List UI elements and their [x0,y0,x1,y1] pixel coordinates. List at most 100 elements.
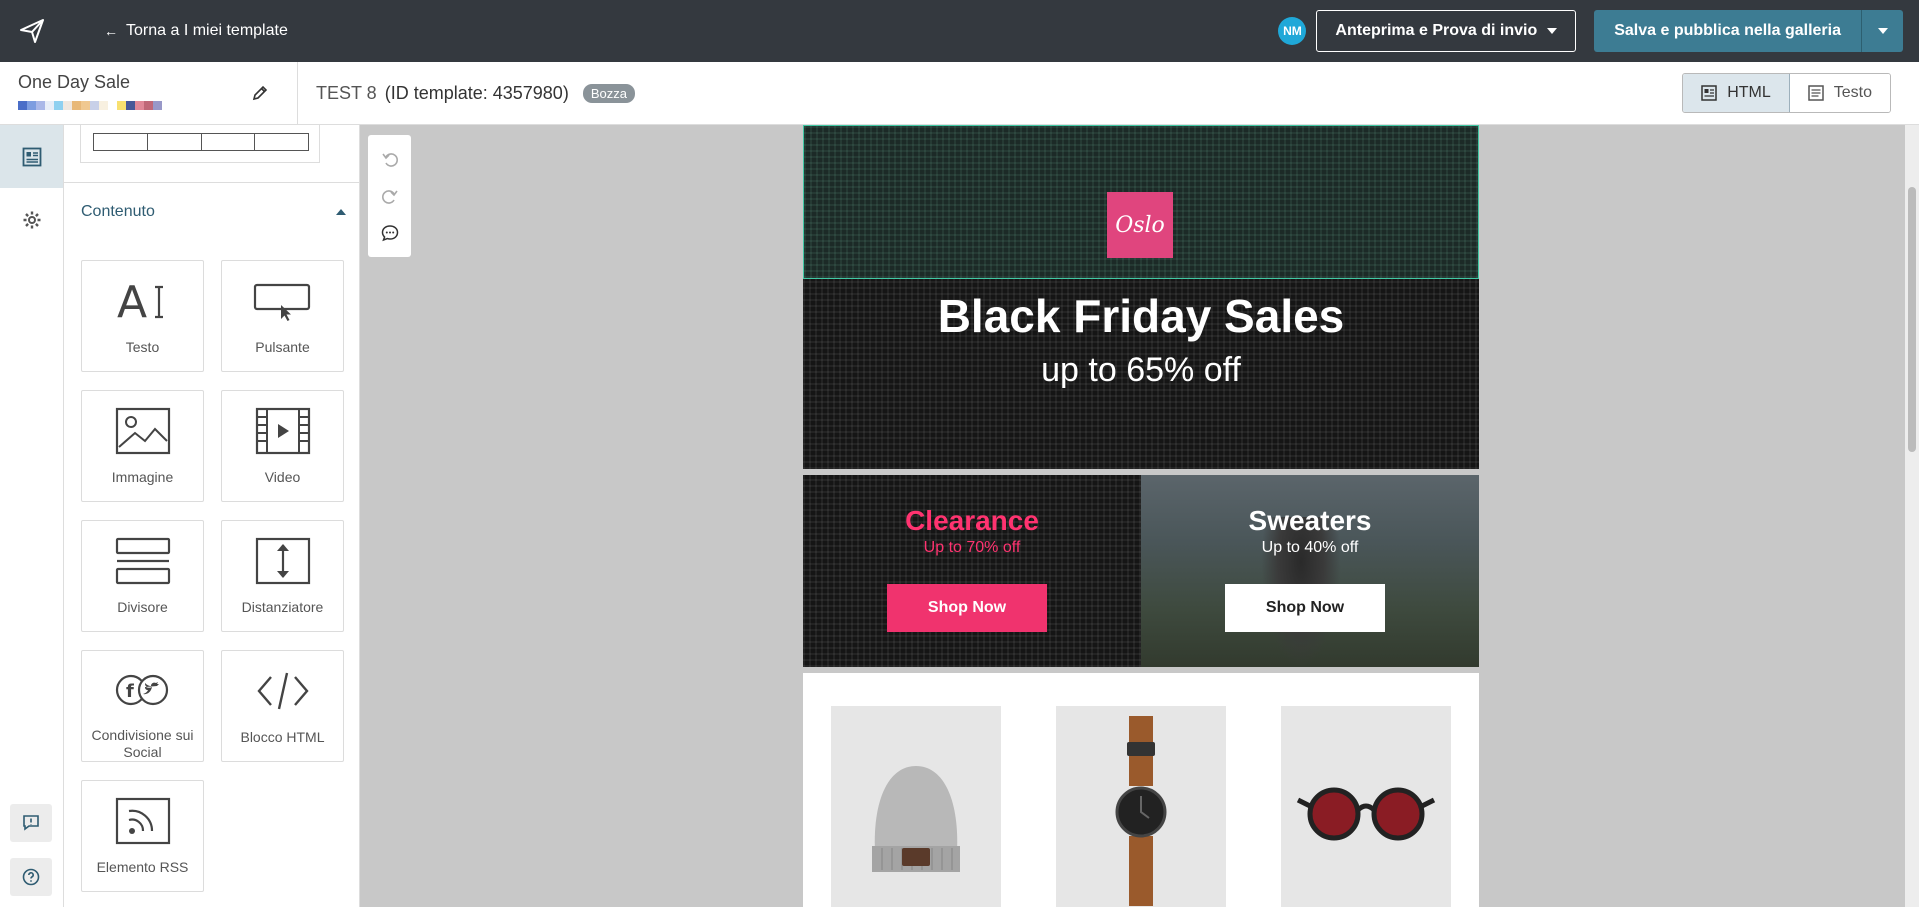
html-mode-button[interactable]: HTML [1683,74,1790,112]
tile-label: Distanziatore [241,599,324,615]
hero-block[interactable]: Black Friday Sales up to 65% off [803,279,1479,469]
preview-and-test-button[interactable]: Anteprima e Prova di invio [1316,10,1577,52]
shop-now-button[interactable]: Shop Now [887,584,1047,632]
email-header-block[interactable]: Oslo [803,125,1479,279]
tile-label: Divisore [117,599,168,615]
product-sunglasses-image [1281,706,1451,907]
tile-blocco-html[interactable]: Blocco HTML [221,650,344,762]
product-beanie-image [831,706,1001,907]
tile-elemento-rss[interactable]: Elemento RSS [81,780,204,892]
promo-title: Clearance [905,505,1039,536]
color-swatch [135,100,144,110]
color-swatch [126,100,135,110]
color-swatch [54,100,63,110]
text-icon: A [115,275,171,327]
svg-text:A: A [117,277,147,325]
template-bar: One Day Sale TEST 8 (ID template: 435798… [0,61,1919,125]
color-swatch [153,100,162,110]
hero-subtitle: up to 65% off [1041,351,1241,389]
view-mode-toggle: HTML Testo [1682,73,1891,113]
text-mode-label: Testo [1833,84,1872,101]
color-swatch [90,100,99,110]
template-title: TEST 8 [316,82,377,103]
template-name: One Day Sale [18,71,131,92]
color-swatch [45,100,54,110]
tile-testo[interactable]: A Testo [81,260,204,372]
product-watch-image [1056,706,1226,907]
help-button[interactable] [10,858,52,896]
promo-clearance[interactable]: Clearance Up to 70% off Shop Now [803,475,1141,667]
color-swatch [108,100,117,110]
four-column-layout-icon [93,133,309,151]
color-swatch [81,100,90,110]
tile-label: Condivisione sui Social [91,727,194,760]
user-avatar[interactable]: NM [1278,17,1307,45]
redo-icon[interactable] [381,187,399,205]
content-panel: Contenuto A Testo Pulsante Immagine Vide… [64,125,360,907]
divider-icon [115,535,171,587]
hero-title: Black Friday Sales [937,290,1345,342]
products-block[interactable] [803,673,1479,907]
editor-canvas: Oslo Black Friday Sales up to 65% off Cl… [360,125,1919,907]
chevron-down-icon [1877,28,1888,34]
tile-label: Blocco HTML [240,729,325,745]
publish-button-group: Salva e pubblica nella galleria [1594,10,1903,52]
history-toolbar [368,135,411,257]
svg-text:f: f [126,681,134,702]
layout-block-tile[interactable] [80,125,320,163]
html-mode-label: HTML [1727,84,1771,101]
back-link-label: Torna a I miei template [126,22,288,39]
scrollbar-thumb[interactable] [1908,187,1916,452]
html-block-icon [255,665,311,717]
rail-content-button[interactable] [0,125,63,188]
html-doc-icon [1701,85,1717,101]
panel-divider [64,182,359,183]
tile-pulsante[interactable]: Pulsante [221,260,344,372]
button-icon [253,275,313,327]
color-swatch [18,100,27,110]
promo-sweaters[interactable]: Sweaters Up to 40% off Shop Now [1141,475,1479,667]
shop-now-button[interactable]: Shop Now [1225,584,1385,632]
publish-dropdown-button[interactable] [1861,10,1903,52]
social-icon: f [113,665,173,715]
video-icon [255,405,311,457]
tile-label: Elemento RSS [96,859,189,875]
spacer-icon [255,535,311,587]
oslo-logo: Oslo [1107,192,1173,258]
tile-condivisione-social[interactable]: f Condivisione sui Social [81,650,204,762]
color-swatch [27,100,36,110]
tile-label: Video [264,469,301,485]
comment-icon[interactable] [381,224,399,242]
tile-video[interactable]: Video [221,390,344,502]
gear-icon [23,211,40,228]
promo-row: Clearance Up to 70% off Shop Now Sweater… [803,475,1479,667]
tile-immagine[interactable]: Immagine [81,390,204,502]
tile-divisore[interactable]: Divisore [81,520,204,632]
back-arrow-icon: ← [104,23,118,39]
section-title: Contenuto [81,203,155,220]
content-section-header[interactable]: Contenuto [81,203,346,221]
undo-icon[interactable] [381,150,399,168]
feedback-icon [23,815,39,831]
tile-label: Pulsante [255,339,310,355]
back-to-templates-link[interactable]: ← Torna a I miei template [104,22,288,40]
edit-pencil-icon[interactable] [251,84,269,105]
save-publish-button[interactable]: Salva e pubblica nella galleria [1594,10,1861,52]
rail-settings-button[interactable] [0,188,63,251]
color-palette-swatches [18,100,279,110]
top-bar: ← Torna a I miei template NM Anteprima e… [0,0,1919,62]
email-preview: Oslo Black Friday Sales up to 65% off Cl… [803,125,1479,907]
template-info: One Day Sale [0,61,298,125]
text-mode-button[interactable]: Testo [1789,74,1890,112]
canvas-scrollbar[interactable] [1905,125,1919,907]
tile-label: Immagine [111,469,174,485]
chevron-up-icon [336,209,346,215]
app-logo-icon[interactable] [0,0,64,62]
color-swatch [63,100,72,110]
feedback-button[interactable] [10,804,52,842]
promo-subtitle: Up to 40% off [1261,539,1359,556]
chevron-down-icon [1547,28,1558,34]
rss-icon [115,795,171,847]
color-swatch [144,100,153,110]
tile-distanziatore[interactable]: Distanziatore [221,520,344,632]
